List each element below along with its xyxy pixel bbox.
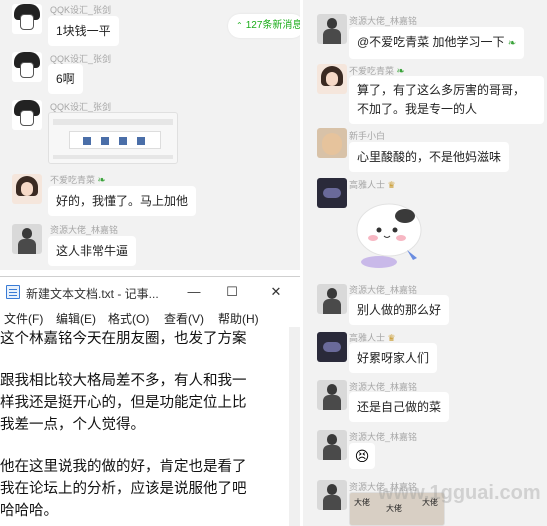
leaf-icon: ❧ xyxy=(507,38,517,49)
menu-help[interactable]: 帮助(H) xyxy=(218,310,259,327)
minimize-button[interactable]: — xyxy=(184,282,204,302)
avatar[interactable] xyxy=(317,64,347,94)
sender-name: 资源大佬_林嘉铭 xyxy=(349,432,418,442)
sender-name: 不爱吃青菜 ❧ xyxy=(50,175,106,186)
avatar[interactable] xyxy=(317,178,347,208)
new-messages-pill[interactable]: ⌃ 127条新消息 xyxy=(228,14,300,38)
text-line: 哈哈哈。 xyxy=(0,503,58,519)
message-bubble[interactable]: 别人做的那么好 xyxy=(349,295,450,325)
menu-edit[interactable]: 编辑(E) xyxy=(56,310,96,327)
avatar[interactable] xyxy=(12,52,42,82)
image-message[interactable] xyxy=(48,112,178,164)
sender-name: 资源大佬_林嘉铭 xyxy=(50,225,119,235)
sender-name: QQK设汇_张剑 xyxy=(50,5,112,15)
avatar[interactable] xyxy=(12,4,42,34)
avatar[interactable] xyxy=(317,430,347,460)
avatar[interactable] xyxy=(317,480,347,510)
message-bubble[interactable]: 这人非常牛逼 xyxy=(48,236,137,266)
avatar[interactable] xyxy=(317,14,347,44)
scrollbar[interactable] xyxy=(289,327,300,526)
message-bubble[interactable]: 6啊 xyxy=(48,64,83,94)
title-bar[interactable]: 新建文本文档.txt - 记事... — ☐ ✕ xyxy=(0,277,300,307)
text-line xyxy=(0,350,290,370)
sender-name: 资源大佬_林嘉铭 xyxy=(349,16,418,26)
avatar[interactable] xyxy=(12,100,42,130)
crown-icon: ♛ xyxy=(387,180,396,190)
message-bubble[interactable]: 心里酸酸的，不是他妈滋味 xyxy=(349,142,510,172)
text-line: 这个林嘉铭今天在朋友圈，也发了方案 xyxy=(0,331,247,347)
close-button[interactable]: ✕ xyxy=(266,282,286,302)
message-bubble[interactable]: 算了，有了这么多厉害的哥哥，不加了。我是专一的人 xyxy=(349,76,544,124)
new-messages-label: 127条新消息 xyxy=(245,20,300,31)
text-line xyxy=(0,436,290,456)
text-line: 样我还是挺开心的，但是功能定位上比 xyxy=(0,395,247,411)
avatar[interactable] xyxy=(317,380,347,410)
sender-name: 新手小白 xyxy=(349,131,386,141)
avatar[interactable] xyxy=(317,332,347,362)
notepad-window: 新建文本文档.txt - 记事... — ☐ ✕ 文件(F) 编辑(E) 格式(… xyxy=(0,276,300,526)
text-line: 跟我相比较大格局差不多，有人和我一 xyxy=(0,373,247,389)
leaf-icon: ❧ xyxy=(97,175,106,186)
menu-format[interactable]: 格式(O) xyxy=(108,310,149,327)
avatar[interactable] xyxy=(12,224,42,254)
maximize-button[interactable]: ☐ xyxy=(222,282,242,302)
sticker-label: 大佬 xyxy=(354,498,370,507)
right-chat-panel: 资源大佬_林嘉铭 @不爱吃青菜 加他学习一下 ❧ 不爱吃青菜 ❧ 算了，有了这么… xyxy=(303,0,547,526)
crown-icon: ♛ xyxy=(387,333,396,343)
screen: QQK设汇_张剑 1块钱一平 ⌃ 127条新消息 QQK设汇_张剑 6啊 QQK设… xyxy=(0,0,547,526)
message-bubble[interactable]: 好的，我懂了。马上加他 xyxy=(48,186,197,216)
message-text: @不爱吃青菜 加他学习一下 xyxy=(357,35,505,49)
message-bubble[interactable]: 1块钱一平 xyxy=(48,16,119,46)
menu-view[interactable]: 查看(V) xyxy=(164,310,204,327)
menu-file[interactable]: 文件(F) xyxy=(4,310,43,327)
watermark: www.1gguai.com xyxy=(378,482,541,504)
message-bubble[interactable]: 好累呀家人们 xyxy=(349,343,438,373)
cute-cow-sticker[interactable] xyxy=(349,190,431,270)
message-bubble[interactable]: 还是自己做的菜 xyxy=(349,392,450,422)
chevron-up-icon: ⌃ xyxy=(236,21,243,30)
emoji-message[interactable]: 😣 xyxy=(349,443,375,469)
crying-face-icon: 😣 xyxy=(354,448,370,464)
avatar[interactable] xyxy=(12,174,42,204)
text-line: 我差一点，个人觉得。 xyxy=(0,417,145,433)
avatar[interactable] xyxy=(317,284,347,314)
text-line: 他在这里说我的做的好，肯定也是看了 xyxy=(0,459,247,475)
menu-bar: 文件(F) 编辑(E) 格式(O) 查看(V) 帮助(H) xyxy=(0,307,300,327)
window-title: 新建文本文档.txt - 记事... xyxy=(26,287,159,301)
text-line: 我在论坛上的分析，应该是说服他了吧 xyxy=(0,481,247,497)
left-chat-panel: QQK设汇_张剑 1块钱一平 ⌃ 127条新消息 QQK设汇_张剑 6啊 QQK设… xyxy=(0,0,300,270)
avatar[interactable] xyxy=(317,128,347,158)
text-editor[interactable]: 这个林嘉铭今天在朋友圈，也发了方案 跟我相比较大格局差不多，有人和我一 样我还是… xyxy=(0,328,290,522)
message-bubble[interactable]: @不爱吃青菜 加他学习一下 ❧ xyxy=(349,27,525,59)
notepad-icon xyxy=(6,285,20,299)
